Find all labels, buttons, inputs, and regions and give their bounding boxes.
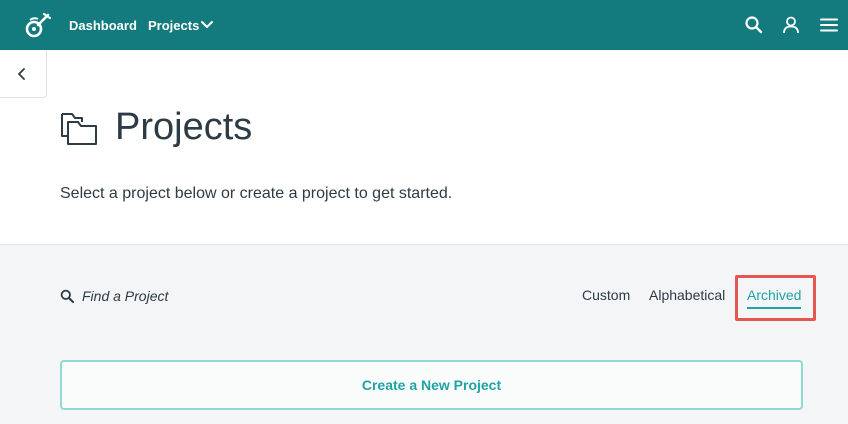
create-new-project-button[interactable]: Create a New Project — [60, 360, 803, 410]
nav-dashboard-link[interactable]: Dashboard — [69, 18, 137, 33]
project-search-input[interactable] — [78, 284, 318, 308]
user-icon[interactable] — [781, 15, 801, 35]
logo-icon[interactable] — [24, 11, 52, 39]
search-icon — [60, 289, 74, 303]
sort-archived-tab[interactable]: Archived — [747, 287, 802, 309]
page-subtitle: Select a project below or create a proje… — [60, 185, 453, 202]
back-button[interactable] — [0, 50, 47, 98]
sort-custom-tab[interactable]: Custom — [582, 287, 630, 303]
chevron-down-icon — [201, 21, 213, 28]
page-title: Projects — [115, 106, 253, 148]
top-nav-bar: Dashboard Projects — [0, 0, 848, 50]
folder-icon — [61, 113, 97, 145]
search-icon[interactable] — [744, 15, 764, 35]
hamburger-menu-icon[interactable] — [819, 15, 839, 35]
nav-projects-menu[interactable]: Projects — [148, 18, 213, 33]
nav-projects-label: Projects — [148, 18, 200, 33]
sort-alphabetical-tab[interactable]: Alphabetical — [649, 287, 725, 303]
chevron-left-icon — [18, 68, 25, 80]
